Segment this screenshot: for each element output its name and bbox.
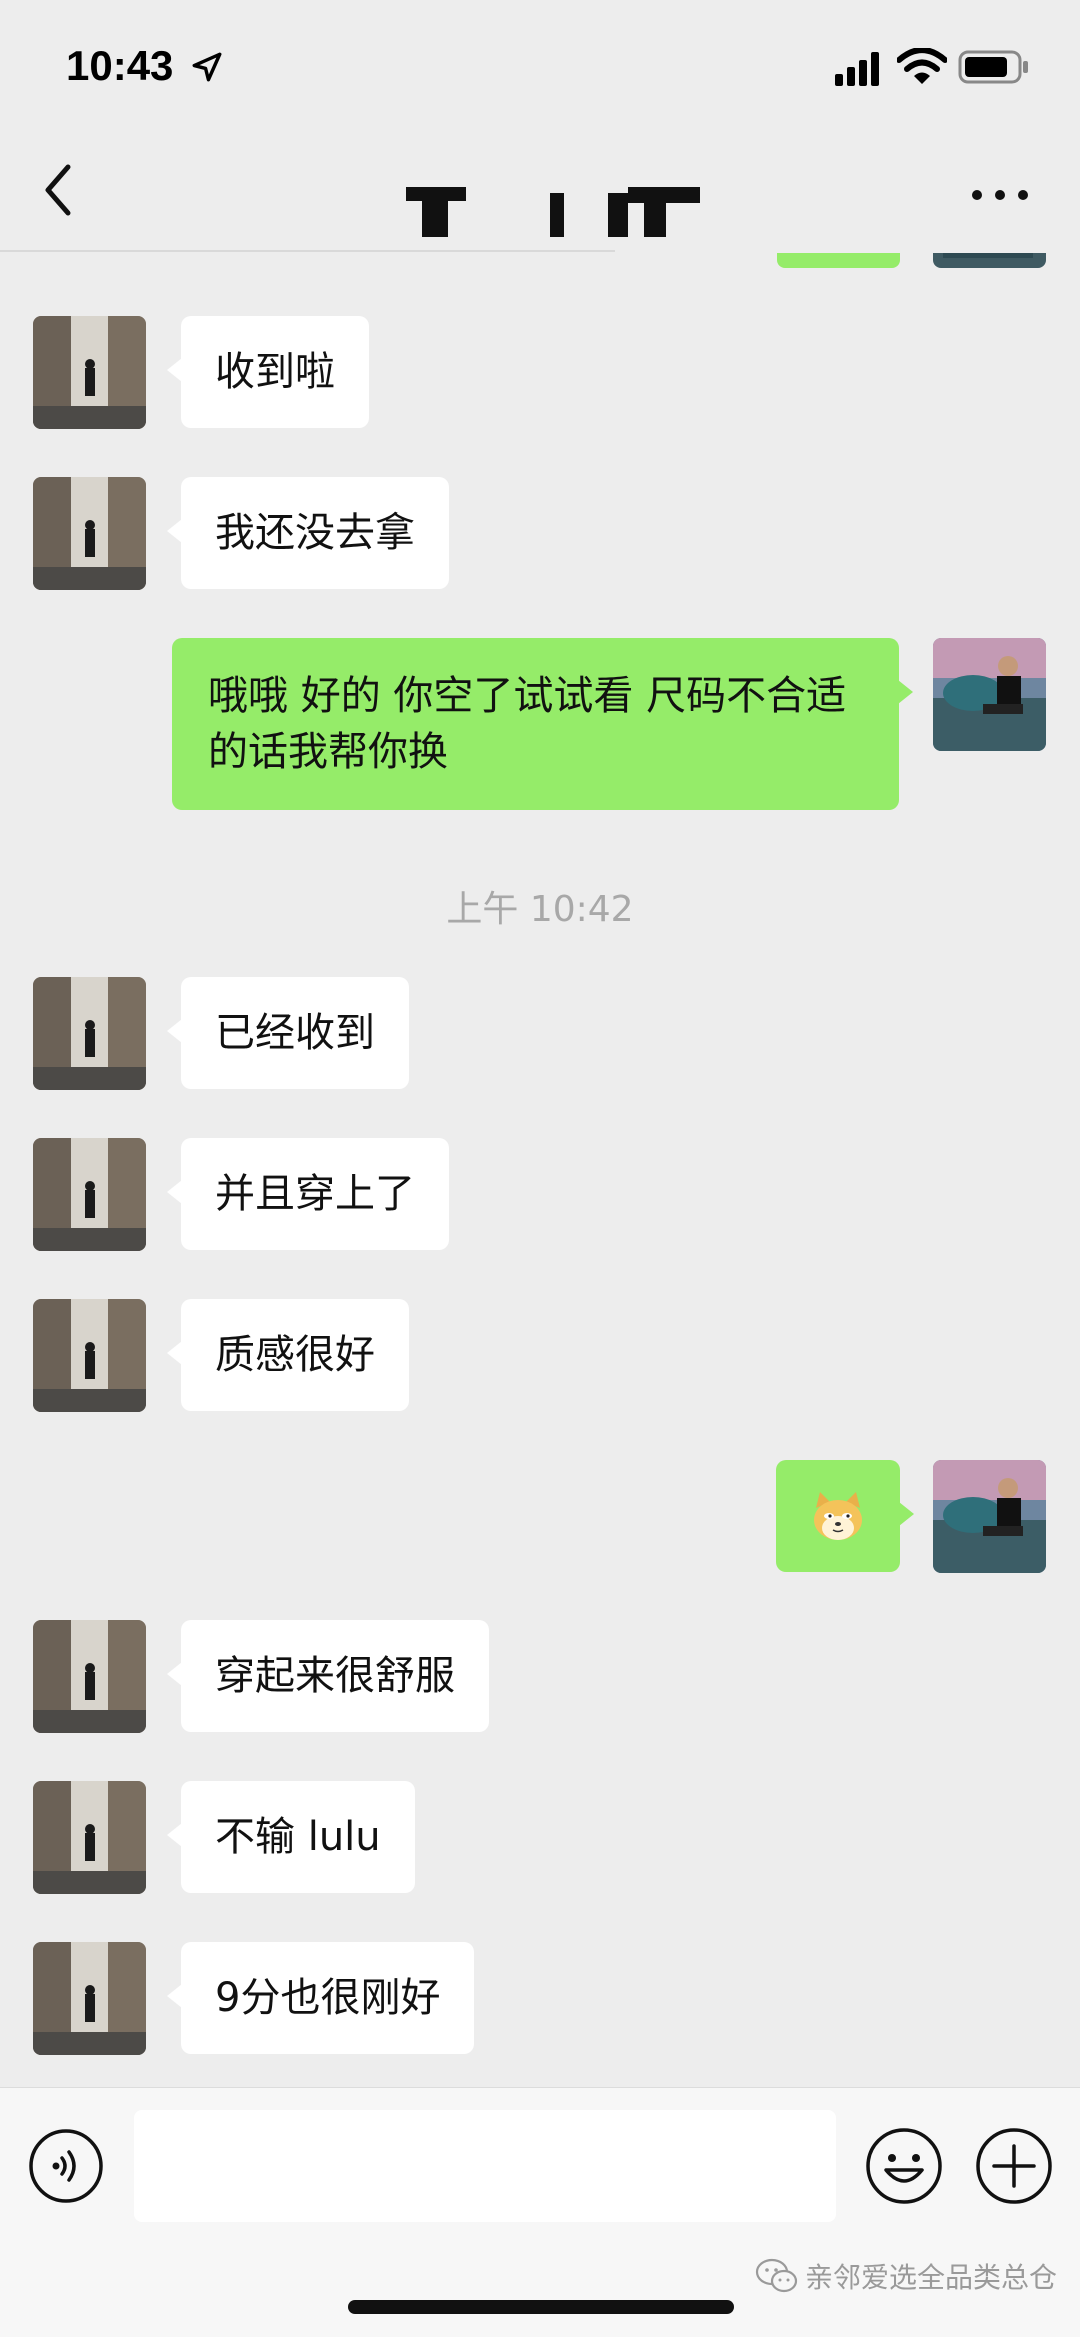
message-bubble[interactable]: 哦哦 好的 你空了试试看 尺码不合适的话我帮你换 <box>172 638 913 810</box>
back-chevron-icon[interactable] <box>30 155 90 225</box>
message-bubble[interactable]: 穿起来很舒服 <box>167 1620 489 1732</box>
message-bubble[interactable]: 质感很好 <box>167 1299 409 1411</box>
contact-avatar[interactable] <box>33 1942 146 2055</box>
doge-emoji-icon <box>814 1492 862 1540</box>
status-bar: 10:43 <box>0 0 1080 135</box>
contact-avatar[interactable] <box>33 1781 146 1894</box>
home-indicator[interactable] <box>348 2300 734 2314</box>
signal-icon <box>835 52 879 86</box>
message-bubble[interactable]: 我还没去拿 <box>167 477 449 589</box>
nav-divider <box>0 250 615 252</box>
contact-avatar[interactable] <box>33 477 146 590</box>
battery-icon <box>958 50 1028 84</box>
sticker-bubble[interactable] <box>776 1460 914 1572</box>
watermark: 亲邻爱选全品类总仓 <box>755 2256 1057 2296</box>
timestamp: 上午 10:42 <box>446 889 634 930</box>
message-input[interactable] <box>134 2110 836 2222</box>
voice-icon[interactable] <box>28 2128 104 2204</box>
wechat-icon <box>755 2258 798 2293</box>
status-time: 10:43 <box>66 42 174 89</box>
chat-title-redacted <box>400 183 700 243</box>
message-bubble[interactable]: 已经收到 <box>167 977 409 1089</box>
my-avatar[interactable] <box>933 1460 1046 1573</box>
contact-avatar[interactable] <box>33 316 146 429</box>
location-arrow-icon <box>192 52 222 82</box>
contact-avatar[interactable] <box>33 1138 146 1251</box>
message-bubble[interactable]: 不输 lulu <box>167 1781 415 1893</box>
my-avatar[interactable] <box>933 638 1046 751</box>
chat-area[interactable]: 收到啦 我还没去拿 哦哦 好的 你空了试试看 尺码不合适的话我帮你换 上午 10… <box>0 0 1080 2087</box>
watermark-text: 亲邻爱选全品类总仓 <box>805 2261 1058 2294</box>
wifi-icon <box>897 48 947 84</box>
contact-avatar[interactable] <box>33 1620 146 1733</box>
message-bubble[interactable]: 9分也很刚好 <box>166 1942 475 2054</box>
plus-icon[interactable] <box>974 2126 1054 2206</box>
contact-avatar[interactable] <box>33 977 146 1090</box>
message-bubble[interactable]: 收到啦 <box>167 316 369 428</box>
contact-avatar[interactable] <box>33 1299 146 1412</box>
nav-bar <box>0 135 1080 253</box>
message-bubble[interactable]: 并且穿上了 <box>167 1138 449 1250</box>
emoji-icon[interactable] <box>864 2126 944 2206</box>
more-dots-icon[interactable] <box>965 175 1035 215</box>
input-bar: 亲邻爱选全品类总仓 <box>0 2087 1080 2337</box>
